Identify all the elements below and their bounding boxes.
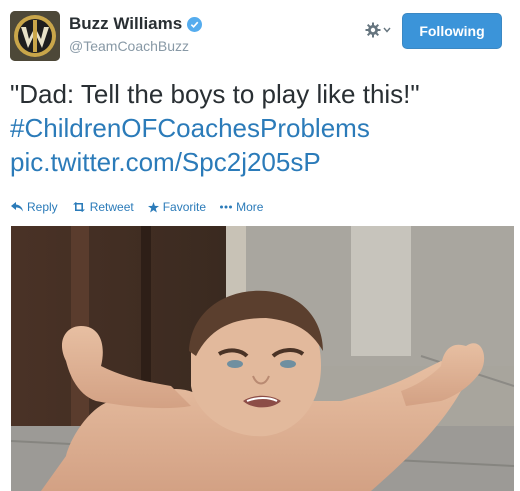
- retweet-label: Retweet: [89, 200, 134, 214]
- user-info: Buzz Williams @TeamCoachBuzz: [69, 14, 203, 54]
- retweet-icon: [72, 202, 85, 212]
- favorite-button[interactable]: Favorite: [147, 200, 207, 214]
- tweet-text: "Dad: Tell the boys to play like this!" …: [10, 77, 510, 179]
- more-button[interactable]: More: [220, 200, 263, 214]
- reply-label: Reply: [27, 200, 58, 214]
- following-button[interactable]: Following: [402, 13, 502, 49]
- user-name[interactable]: Buzz Williams: [69, 14, 182, 34]
- media-link[interactable]: pic.twitter.com/Spc2j205sP: [10, 145, 510, 179]
- favorite-label: Favorite: [162, 200, 207, 214]
- child-flexing-photo: [11, 226, 514, 491]
- tweet-quote: "Dad: Tell the boys to play like this!": [10, 79, 420, 109]
- gear-icon: [365, 22, 381, 38]
- chevron-down-icon: [383, 27, 391, 33]
- tweet-actions: Reply Retweet Favorite More: [11, 200, 263, 214]
- retweet-button[interactable]: Retweet: [72, 200, 134, 214]
- tweet-photo[interactable]: [11, 226, 514, 491]
- settings-menu-button[interactable]: [365, 22, 391, 38]
- verified-badge-icon: [187, 16, 203, 32]
- hashtag-link[interactable]: #ChildrenOFCoachesProblems: [10, 111, 510, 145]
- reply-icon: [11, 202, 23, 212]
- team-logo-icon: [10, 11, 60, 61]
- more-label: More: [236, 200, 264, 214]
- user-name-row[interactable]: Buzz Williams: [69, 14, 203, 34]
- more-dots-icon: [220, 205, 233, 209]
- user-handle[interactable]: @TeamCoachBuzz: [69, 38, 202, 54]
- reply-button[interactable]: Reply: [11, 200, 58, 214]
- avatar[interactable]: [10, 11, 60, 61]
- star-icon: [147, 201, 159, 213]
